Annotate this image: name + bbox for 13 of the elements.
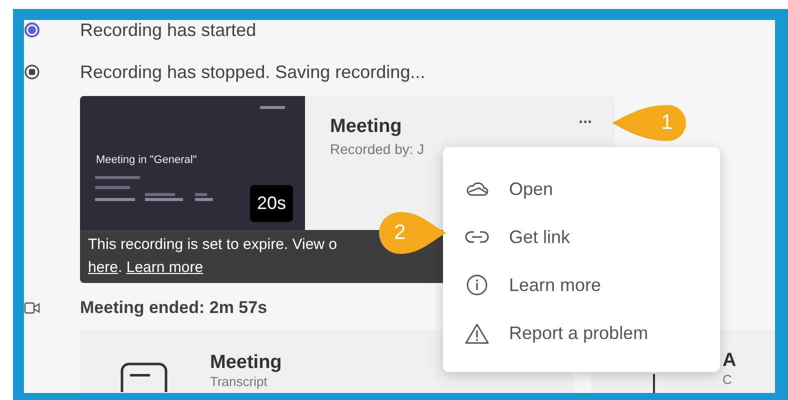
callout-badge: 2 bbox=[378, 210, 446, 256]
event-text: Recording has started bbox=[80, 20, 256, 40]
event-text: Meeting ended: 2m 57s bbox=[80, 298, 268, 318]
recorded-by-text: Recorded by: J bbox=[330, 141, 426, 157]
thumbnail-title: Meeting in "General" bbox=[96, 154, 197, 166]
event-text: Recording has stopped. Saving recording... bbox=[80, 62, 426, 82]
duration-badge: 20s bbox=[250, 185, 293, 222]
callout-badge: 1 bbox=[612, 103, 688, 143]
file-subtitle: C bbox=[722, 372, 733, 387]
file-subtitle: Transcript bbox=[210, 374, 268, 389]
recording-title: Meeting bbox=[330, 116, 402, 138]
file-title: A bbox=[722, 350, 736, 372]
file-title: Meeting bbox=[210, 352, 282, 374]
